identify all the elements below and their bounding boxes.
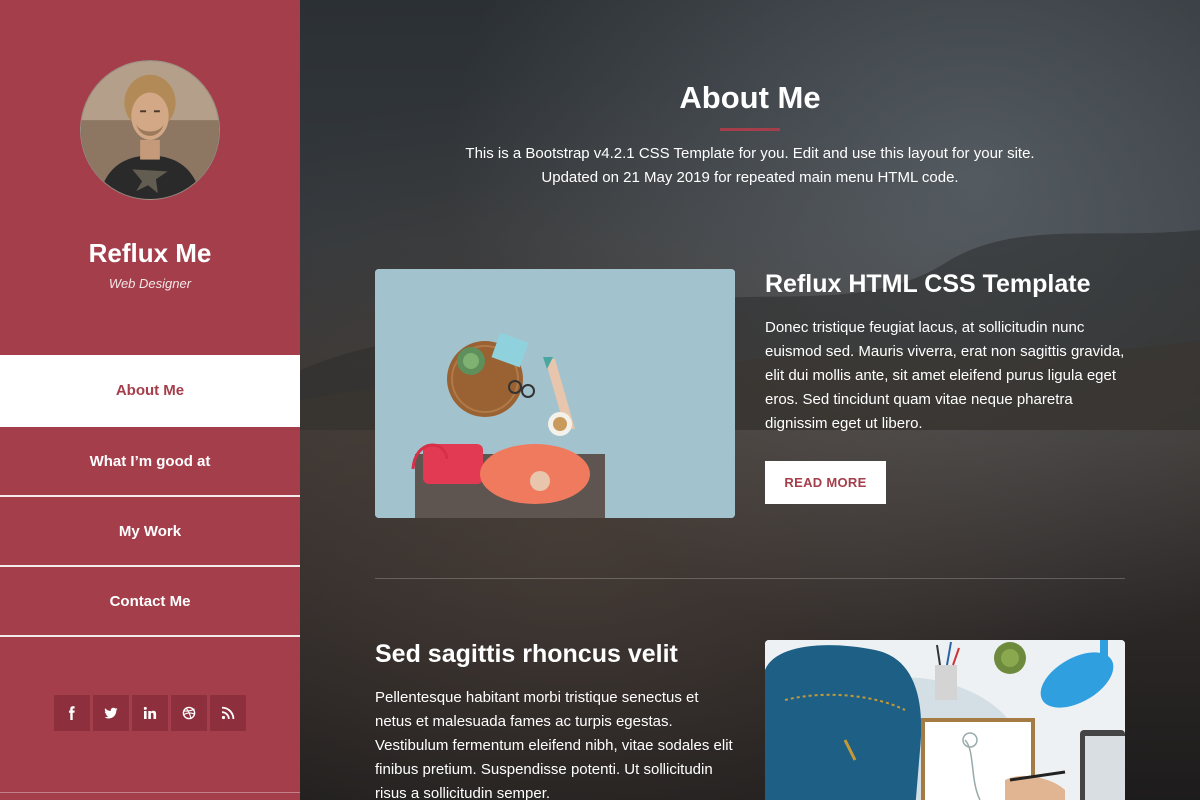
intro-text: This is a Bootstrap v4.2.1 CSS Template … [400, 142, 1100, 190]
brand-role: Web Designer [108, 276, 192, 291]
rss-icon[interactable] [210, 695, 246, 731]
linkedin-icon[interactable] [132, 695, 168, 731]
section-divider [375, 578, 1125, 579]
post-title-1: Reflux HTML CSS Template [765, 270, 1091, 298]
nav-item-contact-me[interactable]: Contact Me [0, 567, 300, 637]
sidebar: Reflux Me Web Designer About Me What I’m… [0, 0, 300, 800]
post-title-2: Sed sagittis rhoncus velit [375, 640, 678, 668]
nav-item-about-me[interactable]: About Me [0, 355, 300, 427]
sidebar-divider [0, 792, 300, 793]
read-more-button[interactable]: READ MORE [765, 461, 886, 504]
intro-line-2: Updated on 21 May 2019 for repeated main… [541, 169, 959, 186]
nav-item-my-work[interactable]: My Work [0, 497, 300, 567]
post-body-1: Donec tristique feugiat lacus, at sollic… [765, 319, 1125, 432]
avatar [80, 60, 220, 200]
page-title: About Me [679, 80, 821, 115]
intro-line-1: This is a Bootstrap v4.2.1 CSS Template … [465, 145, 1035, 162]
social-links [54, 695, 246, 731]
main-nav: About Me What I’m good at My Work Contac… [0, 355, 300, 637]
post-body-2: Pellentesque habitant morbi tristique se… [375, 689, 733, 800]
facebook-icon[interactable] [54, 695, 90, 731]
twitter-icon[interactable] [93, 695, 129, 731]
brand-name: Reflux Me [88, 238, 212, 268]
title-underline [720, 128, 780, 131]
post-image-workspace [375, 269, 735, 518]
post-image-desk [765, 640, 1125, 800]
nav-item-what-im-good-at[interactable]: What I’m good at [0, 427, 300, 497]
main-content: About Me This is a Bootstrap v4.2.1 CSS … [300, 0, 1200, 800]
dribbble-icon[interactable] [171, 695, 207, 731]
